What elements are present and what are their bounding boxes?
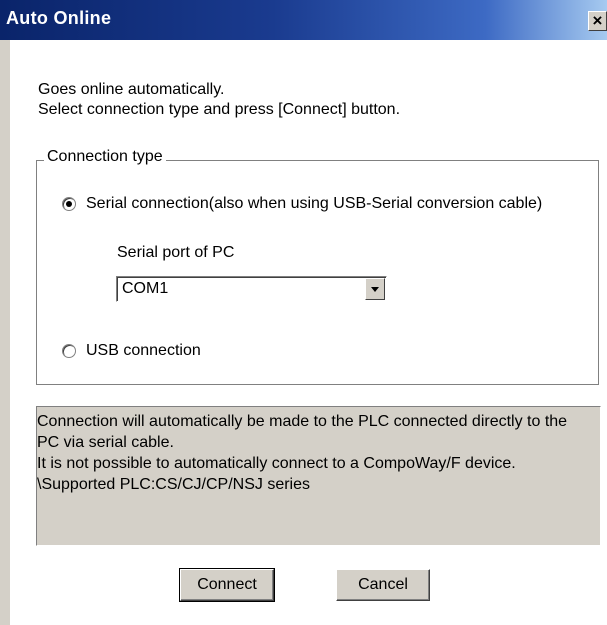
- chevron-down-icon: [371, 287, 379, 292]
- serial-port-dropdown-button[interactable]: [365, 278, 385, 300]
- intro-line-1: Goes online automatically.: [38, 81, 225, 98]
- connect-button[interactable]: Connect: [179, 568, 275, 602]
- description-line-3: It is not possible to automatically conn…: [37, 455, 516, 472]
- serial-connection-radio[interactable]: [62, 197, 76, 211]
- description-line-1: Connection will automatically be made to…: [37, 413, 568, 430]
- connection-type-legend: Connection type: [44, 148, 166, 166]
- cancel-button[interactable]: Cancel: [336, 569, 430, 601]
- close-icon: ×: [592, 11, 603, 30]
- description-panel: Connection will automatically be made to…: [36, 406, 601, 546]
- window-title: Auto Online: [6, 8, 112, 28]
- close-button[interactable]: ×: [588, 11, 607, 31]
- intro-line-2: Select connection type and press [Connec…: [38, 101, 401, 118]
- serial-connection-label[interactable]: Serial connection(also when using USB-Se…: [86, 195, 542, 213]
- serial-port-label: Serial port of PC: [117, 244, 235, 261]
- serial-port-select[interactable]: COM1: [116, 276, 387, 302]
- description-line-2: PC via serial cable.: [37, 434, 174, 451]
- description-text: Connection will automatically be made to…: [37, 411, 597, 495]
- title-bar[interactable]: Auto Online: [0, 0, 607, 40]
- usb-connection-label[interactable]: USB connection: [86, 342, 201, 360]
- auto-online-dialog: Auto Online × Goes online automatically.…: [0, 0, 607, 625]
- radio-selected-dot: [66, 201, 72, 207]
- serial-port-value: COM1: [122, 280, 169, 297]
- intro-text: Goes online automatically. Select connec…: [38, 80, 400, 120]
- usb-connection-radio[interactable]: [62, 344, 76, 358]
- description-line-4: \Supported PLC:CS/CJ/CP/NSJ series: [37, 476, 310, 493]
